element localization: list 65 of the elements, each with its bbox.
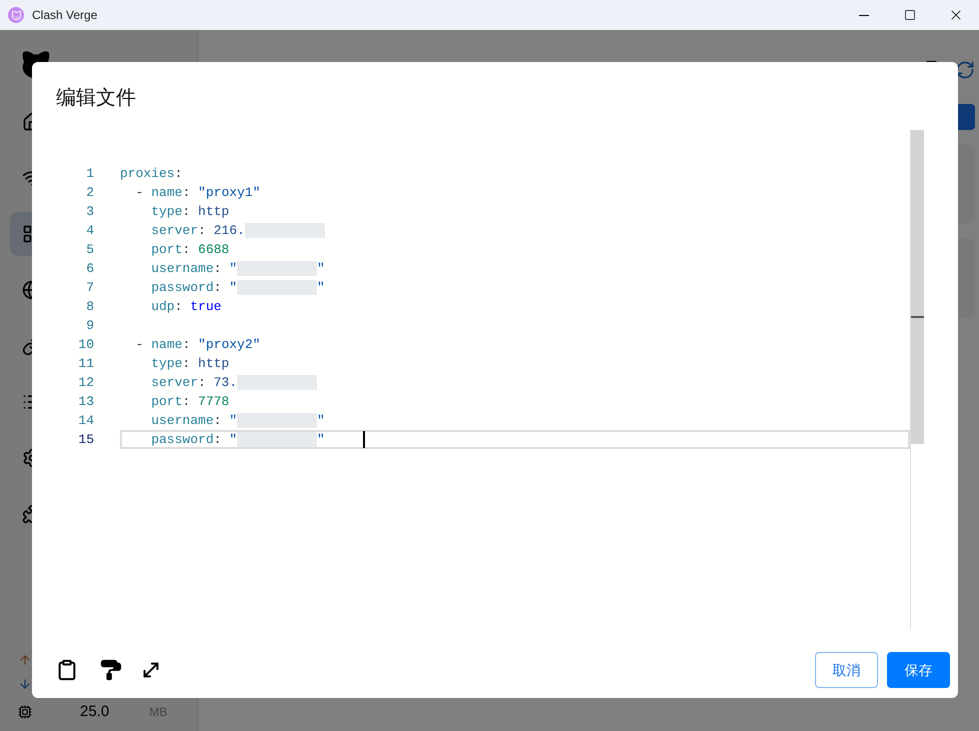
code-token: " <box>317 430 325 449</box>
code-token: : <box>182 240 192 259</box>
code-token: " <box>229 430 238 449</box>
code-token: password <box>150 430 214 449</box>
line-number: 4 <box>85 222 94 240</box>
code-token: 216. <box>214 222 245 240</box>
code-token: : <box>182 354 192 373</box>
code-token: : <box>198 222 207 240</box>
code-token: name <box>151 184 182 202</box>
memory-value: 25.0 <box>80 702 110 722</box>
code-token: udp <box>150 298 175 316</box>
code-token: : <box>174 164 182 183</box>
code-token: http <box>198 202 230 221</box>
code-token: " <box>317 260 325 278</box>
line-number: 12 <box>77 374 94 392</box>
code-token: : <box>174 298 184 316</box>
code-token: : <box>182 336 192 354</box>
code-token: " <box>229 412 238 430</box>
code-token: : <box>214 260 222 278</box>
line-number: 1 <box>85 164 94 183</box>
line-number: 14 <box>77 412 94 430</box>
code-token: true <box>190 298 222 316</box>
code-token: server <box>150 374 198 392</box>
code-token: 7778 <box>198 392 230 411</box>
code-token: : <box>198 374 207 392</box>
code-token: server <box>150 222 198 240</box>
line-number: 5 <box>85 240 94 259</box>
code-token: "proxy2" <box>198 336 260 354</box>
code-token: : <box>214 430 222 449</box>
code-token: username <box>150 412 214 430</box>
code-token: " <box>229 278 238 297</box>
code-token: 6688 <box>198 240 230 259</box>
code-token: port <box>150 240 182 259</box>
line-number: 11 <box>77 354 94 373</box>
line-number: 15 <box>77 430 94 449</box>
code-token: " <box>229 260 238 278</box>
line-number: 13 <box>77 392 94 411</box>
code-token: - <box>134 336 144 354</box>
line-number: 9 <box>85 316 94 335</box>
code-token: username <box>150 260 214 278</box>
code-token: type <box>150 354 182 373</box>
code-token: " <box>317 278 325 297</box>
line-number: 2 <box>85 184 94 202</box>
code-token: proxies <box>120 164 175 183</box>
line-number: 3 <box>85 202 94 221</box>
line-number: 10 <box>77 336 94 354</box>
code-token: : <box>182 392 192 411</box>
line-number: 6 <box>85 260 94 278</box>
window-title: Clash Verge <box>32 7 98 24</box>
code-token: - <box>134 184 144 202</box>
code-token: type <box>150 202 182 221</box>
code-token: " <box>317 412 325 430</box>
code-token: name <box>151 336 182 354</box>
code-token: : <box>182 202 192 221</box>
code-token: : <box>214 412 222 430</box>
code-token: : <box>182 184 192 202</box>
code-token: 73. <box>214 374 238 392</box>
code-token: password <box>150 278 214 297</box>
code-token: port <box>150 392 182 411</box>
code-token: : <box>214 278 222 297</box>
line-number: 7 <box>85 278 94 297</box>
line-number: 8 <box>85 298 94 316</box>
code-token: http <box>198 354 230 373</box>
dialog-title: 编辑文件 <box>56 86 136 111</box>
code-token: "proxy1" <box>198 184 260 202</box>
